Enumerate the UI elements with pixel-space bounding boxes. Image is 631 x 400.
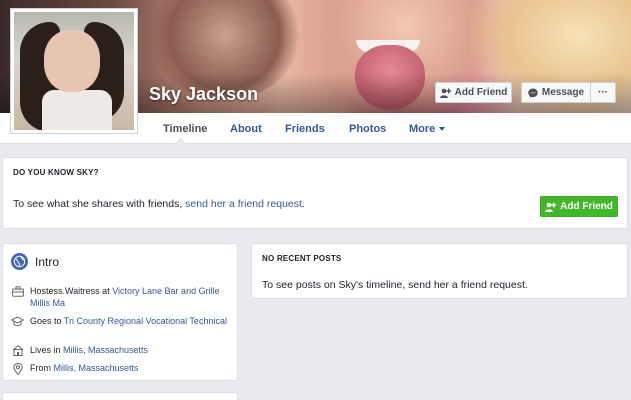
intro-item-lives: Lives in Millis, Massachusetts [11, 344, 230, 356]
messenger-icon [528, 88, 538, 98]
intro-item-from-prefix: From [30, 363, 54, 373]
add-friend-label: Add Friend [454, 87, 508, 98]
add-friend-green-label: Add Friend [560, 201, 613, 212]
do-you-know-text: To see what she shares with friends, sen… [13, 198, 305, 210]
intro-item-from: From Millis, Massachusetts [11, 362, 230, 375]
intro-item-work-prefix: Hostess.Waitress at [30, 286, 113, 296]
add-friend-icon [545, 202, 557, 212]
location-pin-icon [11, 362, 24, 375]
do-you-know-header: DO YOU KNOW SKY? [13, 168, 99, 177]
globe-icon [11, 253, 28, 270]
intro-item-lives-prefix: Lives in [30, 345, 64, 355]
profile-name[interactable]: Sky Jackson [149, 84, 258, 105]
add-friend-icon [439, 88, 451, 98]
no-recent-posts-text: To see posts on Sky's timeline, send her… [262, 279, 528, 291]
briefcase-icon [11, 285, 24, 309]
tab-friends[interactable]: Friends [285, 123, 325, 135]
profile-face [44, 30, 100, 92]
intro-title-row: Intro [11, 253, 59, 270]
house-icon [11, 344, 24, 356]
chevron-down-icon [439, 127, 446, 132]
tab-more-label: More [409, 123, 436, 135]
tab-photos[interactable]: Photos [349, 123, 386, 135]
intro-item-education-text: Goes to Tri County Regional Vocational T… [30, 315, 230, 327]
intro-card: Intro Hostess.Waitress at Victory Lane B… [2, 243, 238, 381]
no-recent-posts-header: NO RECENT POSTS [262, 254, 342, 263]
more-options-button[interactable]: ··· [590, 82, 616, 103]
more-options-icon: ··· [598, 87, 608, 98]
intro-item-education: Goes to Tri County Regional Vocational T… [11, 315, 230, 327]
intro-title: Intro [35, 254, 60, 269]
message-label: Message [541, 87, 585, 98]
graduation-cap-icon [11, 315, 24, 327]
intro-item-work-text: Hostess.Waitress at Victory Lane Bar and… [30, 285, 230, 309]
intro-item-education-prefix: Goes to [30, 316, 64, 326]
intro-item-from-text: From Millis, Massachusetts [30, 362, 230, 375]
profile-picture-image [14, 12, 134, 130]
send-friend-request-link[interactable]: send her a friend request. [185, 198, 305, 210]
tab-more[interactable]: More [409, 123, 446, 135]
school-link[interactable]: Tri County Regional Vocational Technical [64, 316, 227, 326]
no-recent-posts-card: NO RECENT POSTS To see posts on Sky's ti… [251, 243, 628, 299]
profile-picture[interactable] [10, 8, 138, 134]
do-you-know-text-prefix: To see what she shares with friends, [13, 198, 186, 210]
hometown-link[interactable]: Millis, Massachusetts [54, 363, 139, 373]
message-button[interactable]: Message [521, 82, 591, 103]
next-card-partial [2, 392, 238, 400]
add-friend-button[interactable]: Add Friend [435, 82, 512, 103]
intro-item-lives-text: Lives in Millis, Massachusetts [30, 344, 230, 356]
profile-top [42, 90, 112, 130]
tab-about[interactable]: About [230, 123, 262, 135]
intro-item-work: Hostess.Waitress at Victory Lane Bar and… [11, 285, 230, 309]
current-city-link[interactable]: Millis, Massachusetts [63, 345, 148, 355]
tab-timeline[interactable]: Timeline [163, 123, 207, 135]
add-friend-green-button[interactable]: Add Friend [540, 196, 618, 217]
do-you-know-card: DO YOU KNOW SKY? To see what she shares … [2, 157, 628, 229]
